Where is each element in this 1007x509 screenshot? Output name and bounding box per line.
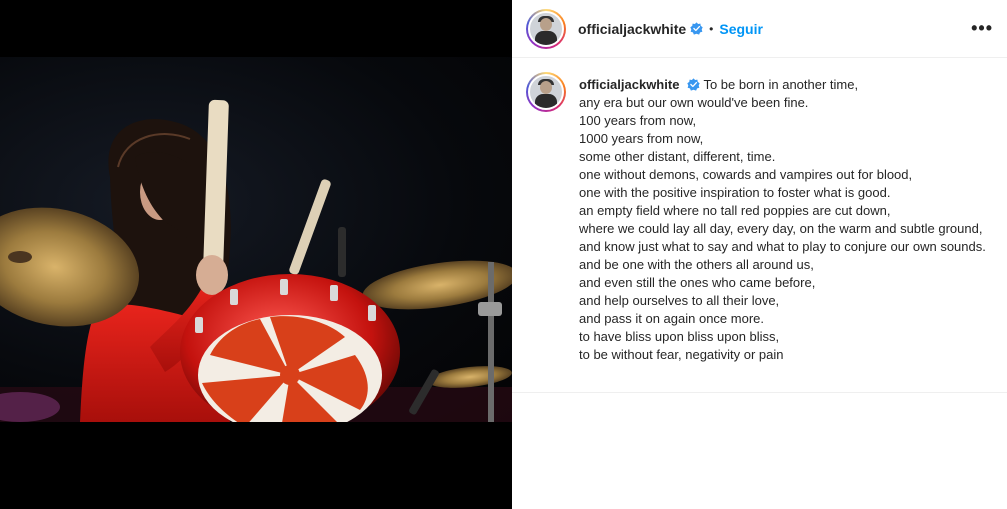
caption-line: 1000 years from now,	[579, 131, 704, 146]
caption-line: and be one with the others all around us…	[579, 257, 814, 272]
caption-line: one with the positive inspiration to fos…	[579, 185, 891, 200]
caption-row: officialjackwhite To be born in another …	[512, 58, 1007, 364]
caption-line: one without demons, cowards and vampires…	[579, 167, 913, 182]
post-media[interactable]	[0, 0, 512, 509]
caption-line: and even still the ones who came before,	[579, 275, 816, 290]
caption-line: where we could lay all day, every day, o…	[579, 221, 983, 236]
caption-line: and help ourselves to all their love,	[579, 293, 780, 308]
drummer-photo	[0, 99, 512, 422]
avatar[interactable]	[528, 10, 564, 47]
caption-line: to have bliss upon bliss upon bliss,	[579, 329, 780, 344]
caption-line: to be without fear, negativity or pain	[579, 347, 784, 362]
caption-username[interactable]: officialjackwhite	[579, 77, 679, 92]
separator-dot: •	[709, 21, 714, 36]
caption-line: To be born in another time,	[703, 77, 859, 92]
caption-text: officialjackwhite To be born in another …	[579, 72, 989, 364]
verified-badge-icon	[690, 22, 703, 35]
caption-line: 100 years from now,	[579, 113, 697, 128]
post-side-panel: officialjackwhite • Seguir ••• officialj…	[512, 0, 1007, 509]
verified-badge-icon	[687, 78, 700, 91]
caption-avatar[interactable]	[528, 74, 564, 110]
post-photo[interactable]	[0, 57, 512, 422]
caption-line: and know just what to say and what to pl…	[579, 239, 986, 254]
post-actions-area	[512, 393, 1007, 509]
caption-story-ring[interactable]	[526, 72, 566, 112]
more-options-icon[interactable]: •••	[971, 16, 993, 40]
post-header: officialjackwhite • Seguir •••	[512, 0, 1007, 58]
caption-line: and pass it on again once more.	[579, 311, 765, 326]
follow-button[interactable]: Seguir	[719, 21, 763, 37]
post-username[interactable]: officialjackwhite	[578, 21, 686, 37]
comments-section[interactable]: officialjackwhite To be born in another …	[512, 58, 1007, 393]
story-ring[interactable]	[526, 8, 566, 49]
caption-line: any era but our own would've been fine.	[579, 95, 809, 110]
instagram-post-view: officialjackwhite • Seguir ••• officialj…	[0, 0, 1007, 509]
caption-line: some other distant, different, time.	[579, 149, 776, 164]
caption-line: an empty field where no tall red poppies…	[579, 203, 891, 218]
